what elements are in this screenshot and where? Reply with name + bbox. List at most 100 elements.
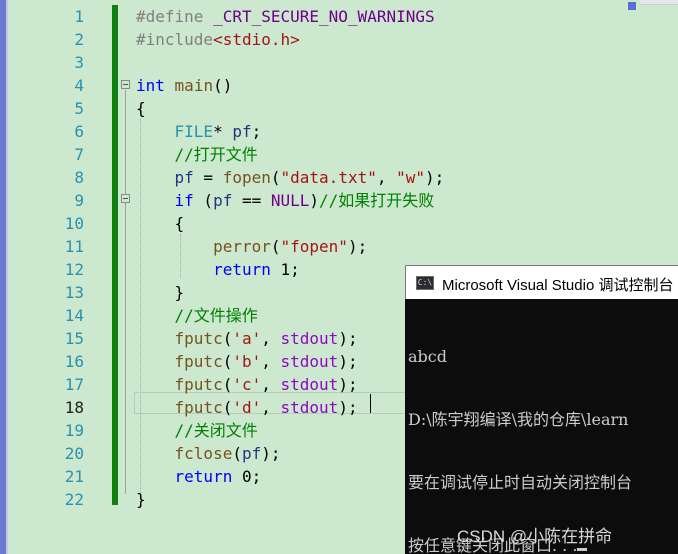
line-number: 14 bbox=[64, 306, 84, 325]
code-line[interactable]: //文件操作 bbox=[136, 304, 258, 327]
code-token: } bbox=[136, 283, 185, 302]
code-token: () bbox=[213, 76, 233, 95]
console-cursor bbox=[577, 548, 588, 551]
code-token: #include bbox=[136, 30, 214, 49]
code-token: ( bbox=[222, 398, 233, 417]
scroll-marker-icon bbox=[628, 2, 636, 10]
line-number: 7 bbox=[74, 145, 84, 164]
console-output[interactable]: abcd D:\陈宇翔编译\我的仓库\learn 要在调试停止时自动关闭控制台 … bbox=[405, 299, 678, 554]
code-token: ); bbox=[261, 444, 281, 463]
collapse-if-icon[interactable] bbox=[121, 194, 130, 203]
line-number: 21 bbox=[64, 467, 84, 486]
code-token: ( bbox=[222, 329, 233, 348]
code-line[interactable]: return 0; bbox=[136, 465, 262, 488]
code-token: main bbox=[174, 76, 214, 95]
code-token: if bbox=[174, 191, 194, 210]
line-number: 16 bbox=[64, 352, 84, 371]
line-number: 6 bbox=[74, 122, 84, 141]
code-token: pf bbox=[232, 122, 252, 141]
code-token: 'd' bbox=[232, 398, 262, 417]
line-number: 12 bbox=[64, 260, 84, 279]
code-line[interactable]: fputc('d', stdout); bbox=[136, 396, 358, 419]
line-number: 8 bbox=[74, 168, 84, 187]
debug-console-window[interactable]: C:\ Microsoft Visual Studio 调试控制台 abcd D… bbox=[405, 265, 678, 554]
code-token: "fopen" bbox=[280, 237, 348, 256]
line-number: 2 bbox=[74, 30, 84, 49]
code-line[interactable]: //打开文件 bbox=[136, 143, 258, 166]
line-number: 18 bbox=[64, 398, 84, 417]
code-token: = bbox=[193, 168, 223, 187]
code-token: fputc bbox=[174, 329, 223, 348]
code-token: fputc bbox=[174, 398, 223, 417]
code-line[interactable]: fputc('b', stdout); bbox=[136, 350, 358, 373]
code-line[interactable]: perror("fopen"); bbox=[136, 235, 367, 258]
code-token: //打开文件 bbox=[174, 145, 258, 164]
code-line[interactable]: pf = fopen("data.txt", "w"); bbox=[136, 166, 445, 189]
code-token: 1; bbox=[270, 260, 300, 279]
code-token: 'a' bbox=[232, 329, 262, 348]
code-token: perror bbox=[213, 237, 271, 256]
change-tracking-bar bbox=[112, 5, 118, 505]
code-token: fclose bbox=[174, 444, 233, 463]
code-line[interactable]: } bbox=[136, 281, 185, 304]
code-token: #define bbox=[136, 7, 214, 26]
console-title: Microsoft Visual Studio 调试控制台 bbox=[442, 277, 674, 294]
code-token: { bbox=[136, 214, 185, 233]
code-line[interactable]: { bbox=[136, 212, 185, 235]
code-line[interactable]: #include<stdio.h> bbox=[136, 28, 300, 51]
code-line[interactable]: fputc('c', stdout); bbox=[136, 373, 358, 396]
line-number: 20 bbox=[64, 444, 84, 463]
line-number: 10 bbox=[64, 214, 84, 233]
editor-selection-margin bbox=[8, 0, 32, 554]
console-output-line: abcd bbox=[408, 347, 447, 366]
code-token: int bbox=[136, 76, 165, 95]
code-line[interactable]: return 1; bbox=[136, 258, 300, 281]
code-token: ( bbox=[270, 168, 281, 187]
console-app-icon: C:\ bbox=[416, 276, 434, 290]
code-token: , bbox=[261, 352, 281, 371]
code-line[interactable]: } bbox=[136, 488, 146, 511]
code-token: ) bbox=[309, 191, 320, 210]
line-number: 1 bbox=[74, 7, 84, 26]
line-number: 4 bbox=[74, 76, 84, 95]
code-line[interactable]: fputc('a', stdout); bbox=[136, 327, 358, 350]
code-line[interactable]: if (pf == NULL)//如果打开失败 bbox=[136, 189, 435, 212]
code-token: ); bbox=[338, 352, 358, 371]
code-token: //如果打开失败 bbox=[319, 191, 435, 210]
line-number: 22 bbox=[64, 490, 84, 509]
code-token: FILE bbox=[174, 122, 214, 141]
console-titlebar[interactable]: C:\ Microsoft Visual Studio 调试控制台 bbox=[405, 265, 678, 299]
line-number: 13 bbox=[64, 283, 84, 302]
code-line[interactable]: #define _CRT_SECURE_NO_WARNINGS bbox=[136, 5, 435, 28]
code-line[interactable]: //关闭文件 bbox=[136, 419, 258, 442]
code-line[interactable]: fclose(pf); bbox=[136, 442, 281, 465]
fold-guide-main bbox=[125, 90, 126, 494]
code-token: ( bbox=[222, 375, 233, 394]
code-token: ( bbox=[193, 191, 214, 210]
code-token: "w" bbox=[396, 168, 426, 187]
line-number: 11 bbox=[64, 237, 84, 256]
collapse-main-icon[interactable] bbox=[121, 80, 130, 89]
code-token: stdout bbox=[280, 352, 339, 371]
code-token: fputc bbox=[174, 352, 223, 371]
code-line[interactable]: { bbox=[136, 97, 146, 120]
line-number: 17 bbox=[64, 375, 84, 394]
code-token: == bbox=[232, 191, 271, 210]
code-token: ); bbox=[338, 375, 358, 394]
code-token: ); bbox=[425, 168, 445, 187]
code-token: ); bbox=[338, 398, 358, 417]
code-token: , bbox=[261, 375, 281, 394]
code-line[interactable]: FILE* pf; bbox=[136, 120, 262, 143]
code-line[interactable]: int main() bbox=[136, 74, 232, 97]
